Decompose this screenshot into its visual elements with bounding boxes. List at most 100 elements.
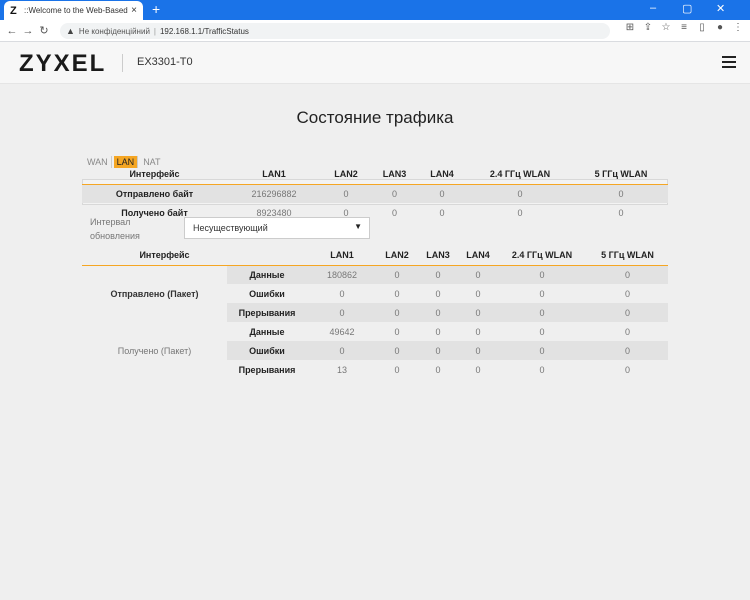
forward-icon[interactable]: → [20,25,36,37]
more-icon[interactable]: ⋮ [732,22,744,33]
table-row: Отправлено (Пакет) Данные 180862 0 0 0 0… [82,265,668,322]
profile-icon[interactable]: ● [714,22,726,33]
share-icon[interactable]: ⇪ [642,22,654,33]
column-header: LAN2 [321,165,371,185]
close-window-icon[interactable]: ✕ [716,2,725,15]
cell: 0 [417,303,459,322]
cell: 0 [497,265,587,284]
interval-value: Несуществующий [193,223,268,233]
cell: 0 [574,184,668,203]
table-header-row: Интерфейс LAN1 LAN2 LAN3 LAN4 2.4 ГГц WL… [82,246,668,266]
page-title: Состояние трафика [296,108,454,127]
row-label: Ошибки [249,288,285,299]
cell: 0 [377,341,417,360]
sidebar-icon[interactable]: ▯ [696,22,708,33]
zyxel-logo: ZYXEL [19,50,107,77]
column-header: 5 ГГц WLAN [587,246,668,266]
cell: 13 [336,364,347,375]
column-header: Интерфейс [82,246,307,266]
cell: 0 [539,364,545,375]
cell: 0 [459,341,497,360]
hamburger-menu-icon[interactable] [722,56,736,68]
table-header-row: Интерфейс LAN1 LAN2 LAN3 LAN4 2.4 ГГц WL… [82,165,668,185]
column-header: Интерфейс [82,165,227,185]
browser-tab-strip: Z ::Welcome to the Web-Based Co × + – ▢ … [0,0,750,20]
cell: 0 [321,184,371,203]
header-divider [122,54,123,72]
security-status: Не конфіденційний [78,26,150,36]
address-bar: ← → ↻ ▲ Не конфіденційний | 192.168.1.1/… [0,20,750,42]
row-label: Получено байт [121,207,188,218]
chevron-down-icon: ▼ [354,222,362,231]
group-label: Отправлено (Пакет) [82,265,227,322]
back-icon[interactable]: ← [4,25,20,37]
new-tab-button[interactable]: + [152,1,160,17]
row-label: Данные [227,265,307,284]
cell: 0 [587,303,668,322]
zyxel-favicon-icon: Z [10,4,17,17]
translate-icon[interactable]: ⊞ [624,22,636,33]
row-label: Отправлено байт [82,184,227,203]
cell: 0 [371,184,418,203]
column-header: LAN3 [371,165,418,185]
tab-title: ::Welcome to the Web-Based Co [24,6,128,15]
column-header: 2.4 ГГц WLAN [466,165,574,185]
cell: 0 [624,326,630,337]
cell: 0 [466,184,574,203]
cell: 0 [539,326,545,337]
star-icon[interactable]: ☆ [660,22,672,33]
cell: 0 [394,326,400,337]
url-field[interactable]: ▲ Не конфіденційний | 192.168.1.1/Traffi… [60,23,610,39]
cell: 0 [624,288,630,299]
cell: 0 [587,265,668,284]
column-header: LAN1 [307,246,377,266]
cell: 0 [439,207,445,218]
column-header: 5 ГГц WLAN [574,165,668,185]
cell: 0 [539,288,545,299]
cell: 0 [339,288,345,299]
column-header: LAN1 [227,165,321,185]
app-header: ZYXEL EX3301-T0 [0,42,750,84]
cell: 0 [517,207,523,218]
cell: 180862 [307,265,377,284]
table-row: Получено (Пакет) Данные 49642 0 0 0 0 0 [82,322,668,379]
cell: 0 [307,303,377,322]
cell: 0 [475,288,481,299]
maximize-icon[interactable]: ▢ [682,2,692,15]
cell: 0 [394,288,400,299]
cell: 0 [394,364,400,375]
cell: 0 [391,207,397,218]
cell: 0 [418,184,466,203]
close-tab-icon[interactable]: × [131,5,137,16]
bytes-table: Интерфейс LAN1 LAN2 LAN3 LAN4 2.4 ГГц WL… [82,165,668,222]
cell: 216296882 [227,184,321,203]
cell: 0 [497,303,587,322]
cell: 0 [475,364,481,375]
url-text: 192.168.1.1/TrafficStatus [159,26,249,36]
cell: 0 [417,265,459,284]
warning-icon[interactable]: ▲ [66,26,75,36]
row-label: Прерывания [227,303,307,322]
column-header: LAN4 [418,165,466,185]
browser-tab[interactable]: Z ::Welcome to the Web-Based Co × [4,1,143,20]
row-label: Прерывания [238,364,296,375]
cell: 0 [417,341,459,360]
cell: 0 [377,303,417,322]
reading-list-icon[interactable]: ≡ [678,22,690,33]
row-label: Ошибки [227,341,307,360]
cell: 0 [587,341,668,360]
url-separator: | [153,26,156,36]
column-header: LAN2 [377,246,417,266]
table-row: Отправлено байт 216296882 0 0 0 0 0 [82,184,668,203]
table-row: Получено байт 8923480 0 0 0 0 0 [82,203,668,222]
device-model: EX3301-T0 [137,56,193,68]
minimize-icon[interactable]: – [650,2,656,14]
cell: 49642 [329,326,355,337]
packets-table: Интерфейс LAN1 LAN2 LAN3 LAN4 2.4 ГГц WL… [82,246,668,379]
cell: 0 [343,207,349,218]
reload-icon[interactable]: ↻ [36,24,52,37]
cell: 0 [497,341,587,360]
cell: 0 [377,265,417,284]
row-label: Данные [249,326,285,337]
cell: 0 [624,364,630,375]
